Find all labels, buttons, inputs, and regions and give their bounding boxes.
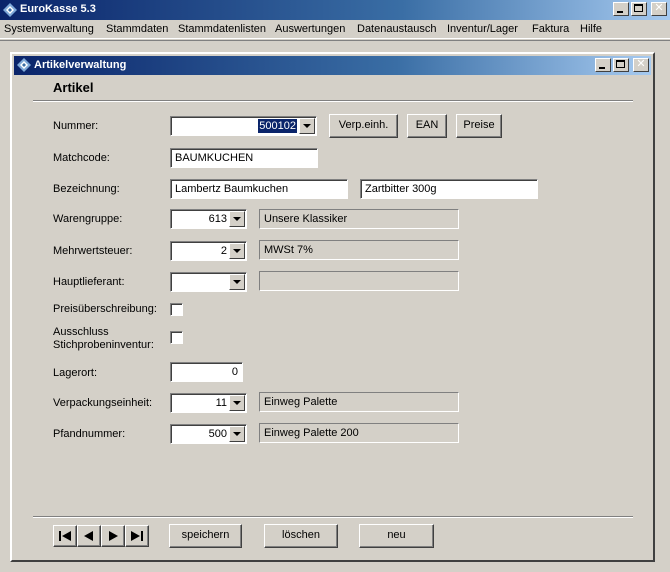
app-titlebar: EuroKasse 5.3 ✕ bbox=[0, 0, 670, 20]
form-heading: Artikel bbox=[53, 80, 94, 95]
hauptlieferant-dropdown-button[interactable] bbox=[229, 274, 245, 290]
label-bezeichnung: Bezeichnung: bbox=[53, 183, 120, 195]
label-ausschluss-line2: Stichprobeninventur: bbox=[53, 339, 154, 351]
hauptlieferant-description bbox=[259, 271, 459, 291]
close-icon: ✕ bbox=[654, 1, 664, 14]
child-minimize-button[interactable] bbox=[595, 58, 611, 72]
last-record-button[interactable] bbox=[125, 525, 149, 547]
pfandnummer-description: Einweg Palette 200 bbox=[259, 423, 459, 443]
ausschluss-stichprobe-checkbox[interactable] bbox=[170, 331, 183, 344]
next-record-icon bbox=[109, 531, 118, 541]
maximize-icon bbox=[616, 60, 625, 68]
verpackungseinheit-dropdown-button[interactable] bbox=[229, 395, 245, 411]
chevron-down-icon bbox=[233, 432, 241, 436]
mwst-combo[interactable]: 2 bbox=[170, 241, 247, 261]
speichern-button[interactable]: speichern bbox=[169, 524, 242, 548]
last-record-icon bbox=[131, 531, 143, 541]
verpackungseinheit-combo[interactable]: 11 bbox=[170, 393, 247, 413]
warengruppe-description: Unsere Klassiker bbox=[259, 209, 459, 229]
chevron-down-icon bbox=[233, 249, 241, 253]
prev-record-button[interactable] bbox=[77, 525, 101, 547]
menu-stammdatenlisten[interactable]: Stammdatenlisten bbox=[178, 23, 266, 35]
menu-bar: Systemverwaltung Stammdaten Stammdatenli… bbox=[0, 20, 670, 39]
menu-faktura[interactable]: Faktura bbox=[532, 23, 569, 35]
close-icon: ✕ bbox=[636, 57, 646, 70]
nummer-value: 500102 bbox=[258, 119, 297, 133]
window-logo-icon bbox=[17, 58, 31, 72]
child-titlebar: Artikelverwaltung ✕ bbox=[14, 56, 651, 75]
pfandnummer-value: 500 bbox=[208, 428, 227, 440]
label-ausschluss-line1: Ausschluss bbox=[53, 326, 109, 338]
nummer-dropdown-button[interactable] bbox=[299, 118, 315, 134]
maximize-button[interactable] bbox=[631, 2, 647, 16]
verpackungseinheit-description: Einweg Palette bbox=[259, 392, 459, 412]
mwst-value: 2 bbox=[220, 245, 227, 257]
label-matchcode: Matchcode: bbox=[53, 152, 110, 164]
first-record-icon bbox=[59, 531, 71, 541]
ean-button[interactable]: EAN bbox=[407, 114, 447, 138]
next-record-button[interactable] bbox=[101, 525, 125, 547]
nummer-combo[interactable]: 500102 bbox=[170, 116, 317, 136]
app-logo-icon bbox=[3, 3, 17, 17]
verpackungseinheit-value: 11 bbox=[215, 397, 227, 409]
pfandnummer-combo[interactable]: 500 bbox=[170, 424, 247, 444]
label-nummer: Nummer: bbox=[53, 120, 99, 132]
chevron-down-icon bbox=[303, 124, 311, 128]
prev-record-icon bbox=[84, 531, 93, 541]
first-record-button[interactable] bbox=[53, 525, 77, 547]
verp-einh-button[interactable]: Verp.einh. bbox=[329, 114, 398, 138]
hauptlieferant-combo[interactable] bbox=[170, 272, 247, 292]
warengruppe-dropdown-button[interactable] bbox=[229, 211, 245, 227]
preise-button[interactable]: Preise bbox=[456, 114, 502, 138]
app-title: EuroKasse 5.3 bbox=[20, 3, 96, 15]
mwst-description: MWSt 7% bbox=[259, 240, 459, 260]
lagerort-input[interactable]: 0 bbox=[170, 362, 243, 382]
menu-datenaustausch[interactable]: Datenaustausch bbox=[357, 23, 437, 35]
close-button[interactable]: ✕ bbox=[651, 2, 667, 16]
child-window-controls: ✕ bbox=[595, 58, 649, 72]
minimize-icon bbox=[599, 67, 605, 69]
chevron-down-icon bbox=[233, 217, 241, 221]
label-lagerort: Lagerort: bbox=[53, 367, 98, 379]
label-pfandnummer: Pfandnummer: bbox=[53, 428, 126, 440]
label-warengruppe: Warengruppe: bbox=[53, 213, 123, 225]
maximize-icon bbox=[634, 4, 643, 12]
child-maximize-button[interactable] bbox=[613, 58, 629, 72]
minimize-icon bbox=[617, 11, 623, 13]
loeschen-button[interactable]: löschen bbox=[264, 524, 338, 548]
label-ausschluss: Ausschluss Stichprobeninventur: bbox=[53, 326, 154, 352]
warengruppe-combo[interactable]: 613 bbox=[170, 209, 247, 229]
header-divider bbox=[33, 100, 633, 102]
label-preisueberschreibung: Preisüberschreibung: bbox=[53, 303, 157, 315]
preisueberschreibung-checkbox[interactable] bbox=[170, 303, 183, 316]
window-title: Artikelverwaltung bbox=[34, 59, 127, 71]
chevron-down-icon bbox=[233, 280, 241, 284]
child-close-button[interactable]: ✕ bbox=[633, 58, 649, 72]
minimize-button[interactable] bbox=[613, 2, 629, 16]
menu-systemverwaltung[interactable]: Systemverwaltung bbox=[4, 23, 94, 35]
bezeichnung1-input[interactable]: Lambertz Baumkuchen bbox=[170, 179, 348, 199]
matchcode-input[interactable]: BAUMKUCHEN bbox=[170, 148, 318, 168]
pfandnummer-dropdown-button[interactable] bbox=[229, 426, 245, 442]
label-hauptlieferant: Hauptlieferant: bbox=[53, 276, 125, 288]
label-verpackungseinheit: Verpackungseinheit: bbox=[53, 397, 153, 409]
label-mehrwertsteuer: Mehrwertsteuer: bbox=[53, 245, 133, 257]
menu-stammdaten[interactable]: Stammdaten bbox=[106, 23, 168, 35]
app-window-controls: ✕ bbox=[613, 2, 667, 16]
chevron-down-icon bbox=[233, 401, 241, 405]
menu-auswertungen[interactable]: Auswertungen bbox=[275, 23, 345, 35]
menu-hilfe[interactable]: Hilfe bbox=[580, 23, 602, 35]
footer-divider bbox=[33, 516, 633, 518]
neu-button[interactable]: neu bbox=[359, 524, 434, 548]
bezeichnung2-input[interactable]: Zartbitter 300g bbox=[360, 179, 538, 199]
menu-inventur-lager[interactable]: Inventur/Lager bbox=[447, 23, 518, 35]
warengruppe-value: 613 bbox=[208, 213, 227, 225]
mwst-dropdown-button[interactable] bbox=[229, 243, 245, 259]
